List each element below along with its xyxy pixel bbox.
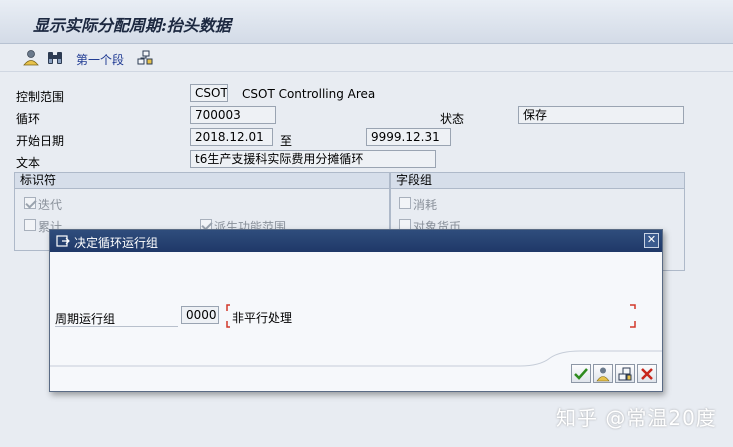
dialog-close-icon[interactable]: ✕: [644, 233, 659, 248]
cycle-label: 循环: [16, 112, 41, 126]
controlling-area-description: CSOT Controlling Area: [242, 87, 376, 101]
controlling-area-field[interactable]: CSOT: [190, 84, 228, 102]
first-segment-button[interactable]: 第一个段: [76, 51, 124, 68]
start-date-label: 开始日期: [16, 134, 65, 148]
cumulative-checkbox[interactable]: [24, 219, 36, 231]
person-button[interactable]: [593, 364, 613, 383]
iterative-checkbox[interactable]: [24, 197, 36, 209]
page-title: 显示实际分配周期:抬头数据: [33, 16, 231, 35]
cancel-button[interactable]: [637, 364, 657, 383]
period-run-group-field[interactable]: 0000: [181, 306, 219, 324]
controlling-area-label: 控制范围: [16, 90, 65, 104]
period-run-group-label: 周期运行组: [55, 312, 116, 326]
start-date-field[interactable]: 2018.12.01: [190, 128, 273, 146]
binoculars-icon[interactable]: [46, 49, 64, 67]
confirm-button[interactable]: [571, 364, 591, 383]
status-field[interactable]: 保存: [518, 106, 684, 124]
run-group-text-area[interactable]: 非平行处理: [226, 303, 638, 329]
dialog-title-bar[interactable]: 决定循环运行组 ✕: [50, 230, 662, 252]
indicator-group-header: 标识符: [14, 172, 390, 189]
status-label: 状态: [440, 112, 465, 126]
consumption-checkbox[interactable]: [399, 197, 411, 209]
dialog-window-icon: [56, 234, 70, 248]
date-to-label: 至: [280, 134, 293, 148]
person-icon[interactable]: [22, 49, 40, 67]
watermark: 知乎 @常温20度: [556, 406, 717, 430]
run-group-dialog: 决定循环运行组 ✕ 周期运行组 0000 非平行处理: [49, 229, 663, 392]
application-toolbar: 第一个段: [0, 44, 733, 72]
text-label: 文本: [16, 156, 41, 170]
end-date-field[interactable]: 9999.12.31: [366, 128, 451, 146]
iterative-label: 迭代: [38, 198, 63, 212]
hierarchy-icon[interactable]: [136, 49, 154, 67]
consumption-label: 消耗: [413, 198, 438, 212]
copy-button[interactable]: [615, 364, 635, 383]
title-bar: 显示实际分配周期:抬头数据: [0, 0, 733, 44]
field-group-header: 字段组: [390, 172, 685, 189]
text-field[interactable]: t6生产支援科实际费用分摊循环: [190, 150, 436, 168]
dialog-title: 决定循环运行组: [74, 236, 159, 250]
label-underline: [55, 326, 178, 327]
cycle-field[interactable]: 700003: [190, 106, 276, 124]
run-group-description: 非平行处理: [232, 311, 293, 325]
